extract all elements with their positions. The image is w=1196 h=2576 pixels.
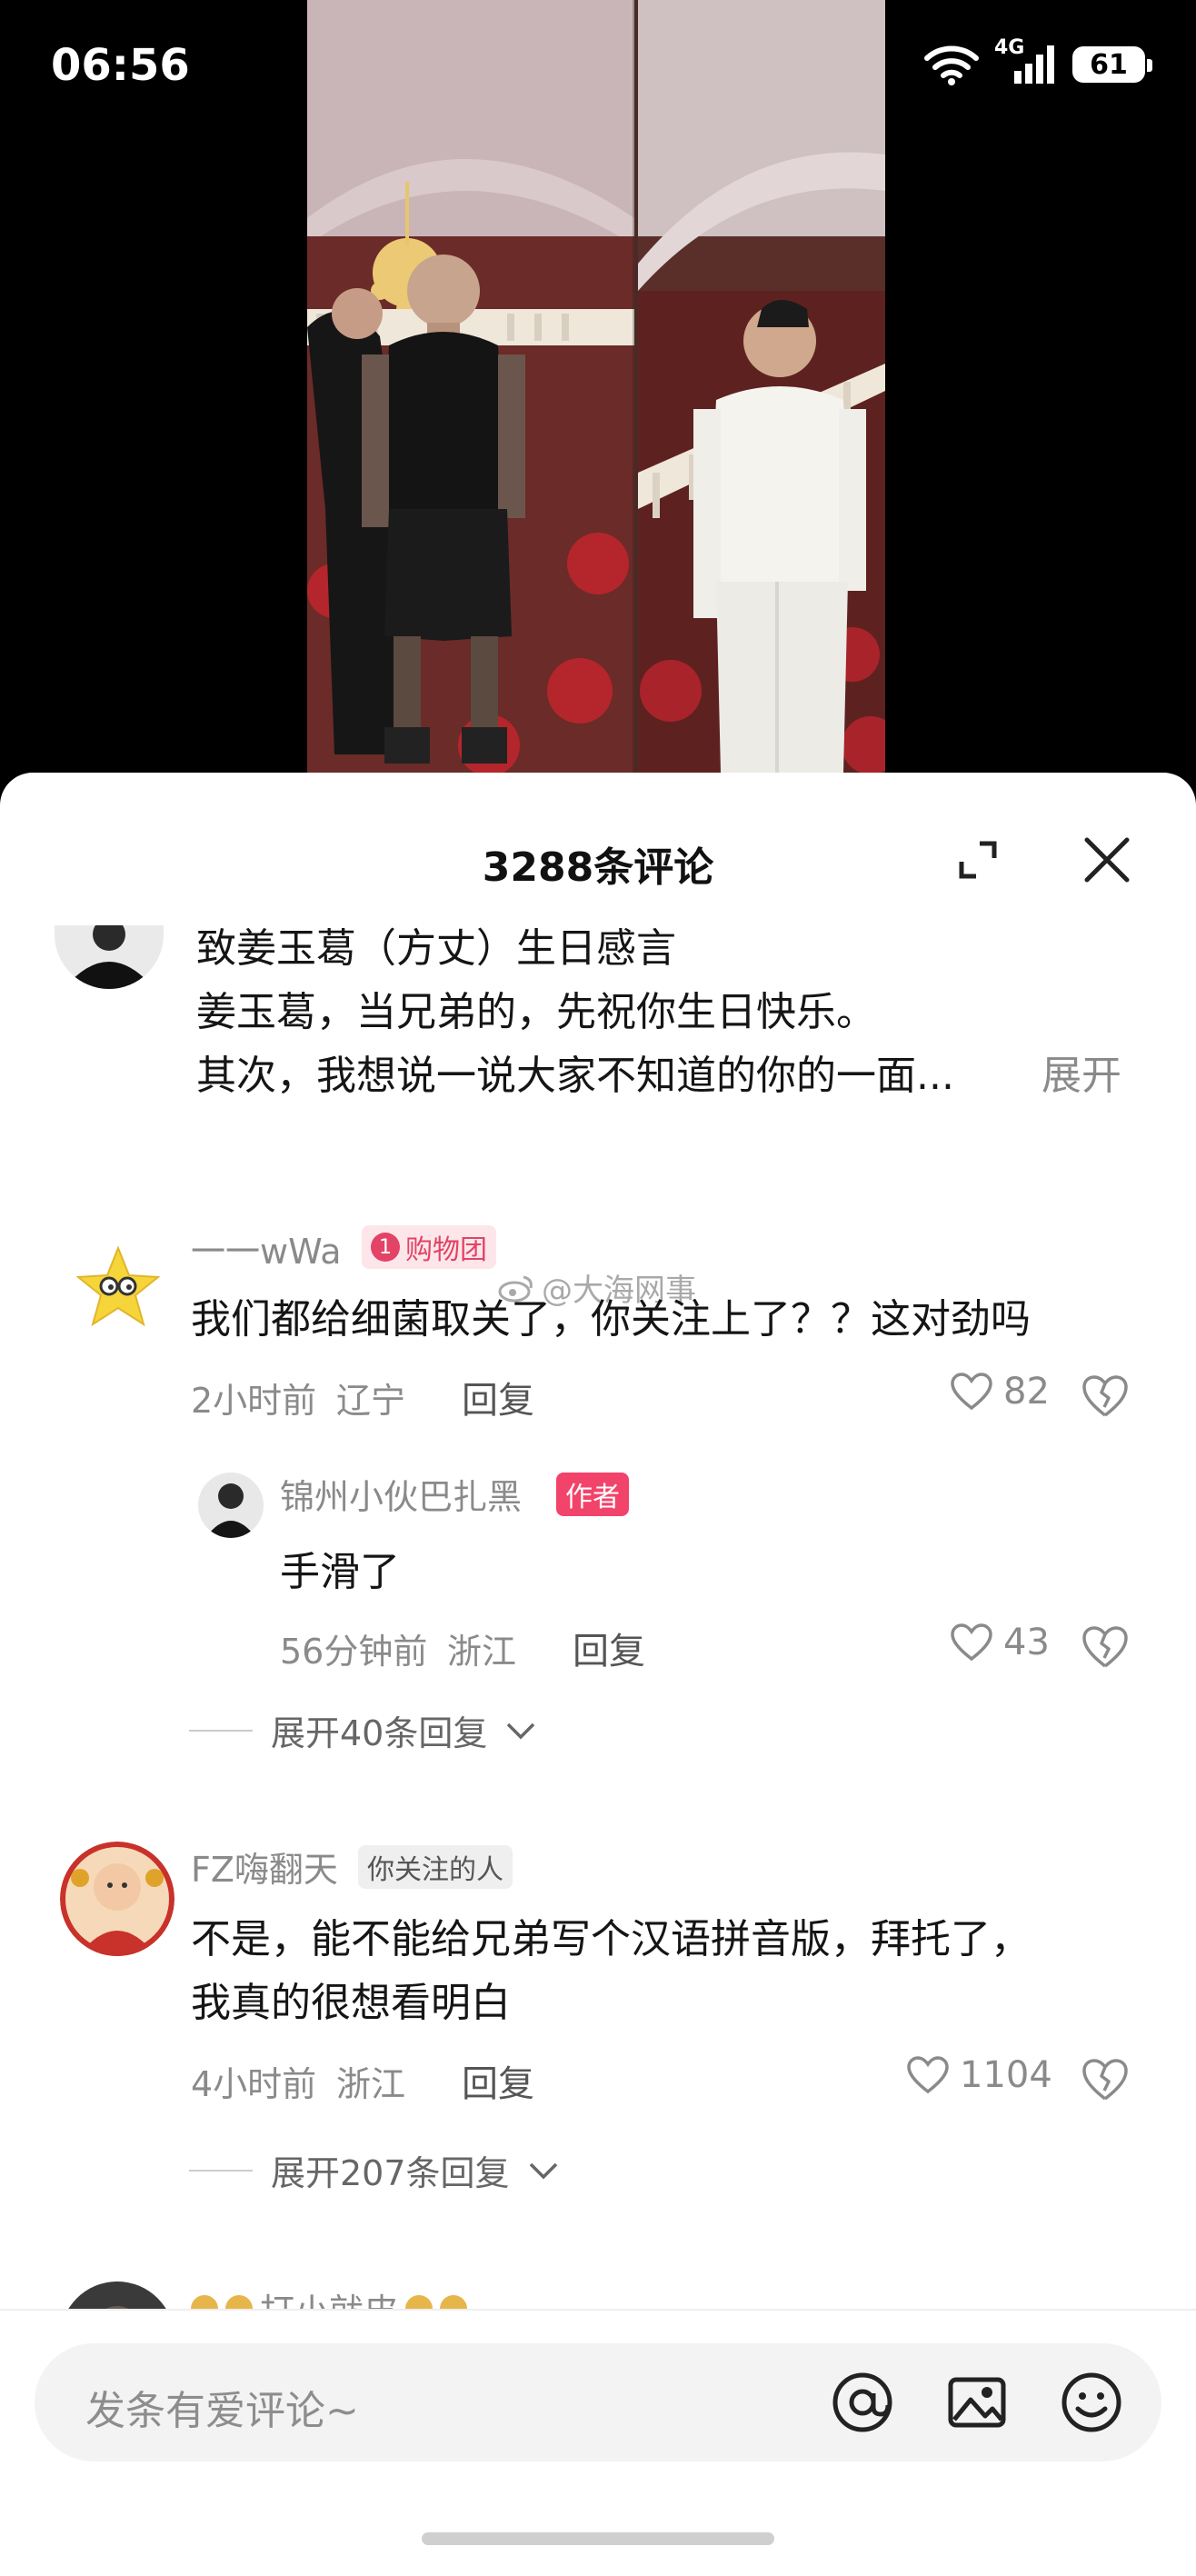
expand-replies-button[interactable]: 展开40条回复	[189, 1705, 536, 1755]
at-icon[interactable]	[831, 2371, 894, 2434]
expand-replies-label: 展开207条回复	[271, 2153, 510, 2193]
heart-icon	[951, 1623, 992, 1662]
badge-label: 购物团	[405, 1234, 487, 1266]
reply-button[interactable]: 回复	[462, 2054, 534, 2107]
broken-heart-icon[interactable]	[1081, 1374, 1129, 1418]
image-icon[interactable]	[945, 2371, 1009, 2434]
like-button[interactable]: 82	[951, 1371, 1050, 1413]
status-icons: 4G 61	[923, 36, 1152, 85]
comment-time: 2小时前	[191, 1381, 317, 1421]
expand-comment-link[interactable]: 展开	[1042, 1045, 1121, 1107]
comment-location: 浙江	[336, 2064, 406, 2104]
shopping-group-badge: 1 购物团	[362, 1225, 496, 1269]
close-icon[interactable]	[1081, 834, 1132, 885]
following-badge: 你关注的人	[358, 1845, 513, 1889]
like-count: 82	[1003, 1371, 1050, 1413]
signal-icon: 4G	[994, 36, 1058, 85]
home-indicator[interactable]	[422, 2532, 774, 2545]
avatar[interactable]	[55, 925, 164, 989]
broken-heart-icon[interactable]	[1081, 1625, 1129, 1669]
heart-icon	[907, 2056, 949, 2094]
avatar[interactable]	[198, 1473, 264, 1538]
chevron-down-icon	[529, 2162, 557, 2179]
chevron-down-icon	[507, 1722, 535, 1739]
reply-time: 56分钟前	[280, 1632, 428, 1672]
reply-text: 手滑了	[280, 1549, 400, 1595]
network-label: 4G	[994, 36, 1025, 59]
reply-username[interactable]: 锦州小伙巴扎黑	[280, 1469, 522, 1519]
comment-time: 4小时前	[191, 2064, 317, 2104]
like-button[interactable]: 43	[951, 1622, 1050, 1663]
comment-text: 我真的很想看明白	[191, 1980, 511, 2026]
comment-text: 不是，能不能给兄弟写个汉语拼音版，拜托了，	[191, 1916, 1031, 1962]
comment-location: 辽宁	[336, 1381, 406, 1421]
comment-input-placeholder: 发条有爱评论~	[85, 2388, 359, 2434]
badge-level: 1	[371, 1233, 400, 1262]
like-count: 43	[1003, 1622, 1050, 1663]
expand-replies-label: 展开40条回复	[271, 1713, 488, 1753]
author-badge: 作者	[556, 1473, 629, 1516]
divider-line	[189, 1729, 253, 1732]
broken-heart-icon[interactable]	[1081, 2058, 1129, 2102]
expand-icon[interactable]	[956, 838, 1000, 882]
comment-input[interactable]: 发条有爱评论~	[35, 2343, 1161, 2461]
comment-input-bar: 发条有爱评论~	[0, 2309, 1196, 2576]
comment-username[interactable]: 一一wWa	[191, 1223, 342, 1273]
comment-text: 其次，我想说一说大家不知道的你的一面...	[196, 1053, 954, 1099]
status-time: 06:56	[51, 40, 190, 91]
divider-line	[189, 2169, 253, 2172]
like-count: 1104	[960, 2054, 1052, 2096]
comment-count-title: 3288条评论	[482, 844, 714, 891]
video-preview[interactable]	[307, 0, 885, 773]
comment-sheet: 3288条评论 致姜玉葛（方丈）生日感言 姜玉葛，当兄弟的，先祝你生日快乐。 其…	[0, 773, 1196, 2574]
comment-text: 姜玉葛，当兄弟的，先祝你生日快乐。	[196, 989, 876, 1035]
emoji-icon[interactable]	[1060, 2371, 1123, 2434]
reply-button[interactable]: 回复	[573, 1622, 645, 1674]
avatar[interactable]	[64, 1232, 173, 1341]
reply-button[interactable]: 回复	[462, 1371, 534, 1423]
reply-location: 浙江	[447, 1632, 517, 1672]
wifi-icon	[923, 44, 980, 85]
comment-text: 我们都给细菌取关了，你关注上了？？这对劲吗	[191, 1296, 1031, 1343]
battery-icon: 61	[1072, 46, 1152, 83]
like-button[interactable]: 1104	[907, 2054, 1052, 2096]
heart-icon	[951, 1373, 992, 1411]
comment-text: 致姜玉葛（方丈）生日感言	[196, 925, 676, 972]
expand-replies-button[interactable]: 展开207条回复	[189, 2145, 559, 2195]
avatar[interactable]	[60, 1842, 174, 1956]
comment-username[interactable]: FZ嗨翻天	[191, 1842, 338, 1892]
